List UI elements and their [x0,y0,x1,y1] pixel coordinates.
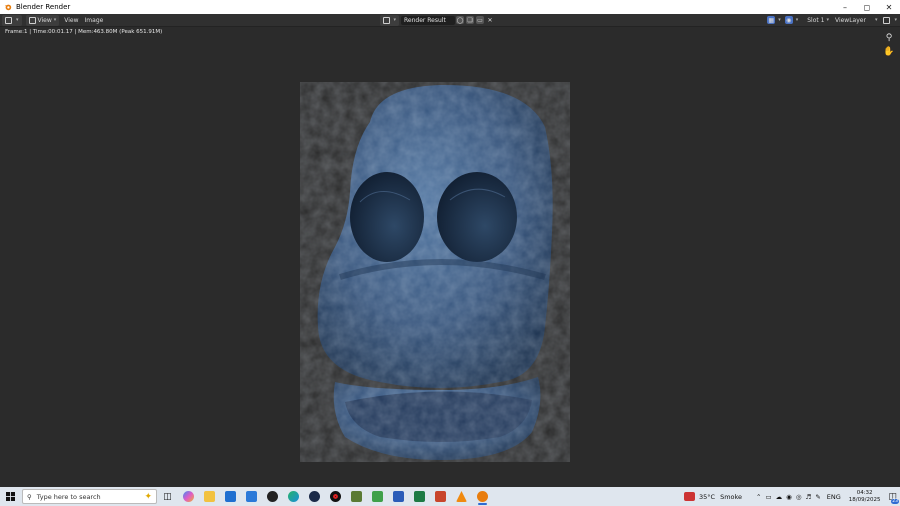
chevron-down-icon: ▾ [53,17,57,23]
weather-temp: 35°C [699,492,716,501]
excel-app[interactable] [409,487,430,506]
weather-widget[interactable]: 35°C Smoke [681,487,745,506]
view-mode-icon [28,16,36,24]
weather-icon [684,492,695,501]
edge-app[interactable] [283,487,304,506]
view-mode-label: View [37,16,52,24]
overlay-icon[interactable]: ◉ [784,16,793,24]
volume-icon[interactable]: ♬ [805,493,811,501]
maximize-button[interactable]: ◻ [856,0,878,14]
search-placeholder: Type here to search [36,492,101,501]
display-mode-icon [883,16,891,24]
close-button[interactable]: ✕ [878,0,900,14]
chevron-down-icon: ▾ [894,17,897,23]
slot-dropdown[interactable]: Slot 1 ▾ [804,15,832,26]
blender-logo-icon [4,4,12,11]
word-app[interactable] [388,487,409,506]
image-browse-icon [382,16,390,24]
battery-icon[interactable]: ▭ [765,493,771,501]
zoom-icon[interactable]: ⚲ [884,33,894,43]
open-folder-icon[interactable]: ▭ [476,16,485,24]
chevron-down-icon: ▾ [778,17,781,23]
notepad-app[interactable] [367,487,388,506]
notification-count: 23 [891,499,899,504]
image-editor-header: ▾ View ▾ View Image ▾ Render Result ◯ ❏ … [0,14,900,27]
chevron-down-icon: ▾ [16,17,19,23]
menu-image[interactable]: Image [82,15,107,26]
menu-view[interactable]: View [61,15,81,26]
new-image-icon[interactable]: ❏ [466,16,475,24]
window-title: Blender Render [16,3,71,11]
start-button[interactable] [0,487,20,506]
chevron-down-icon: ▾ [826,17,829,23]
hand-icon[interactable]: ✋ [883,47,894,57]
clock-time: 04:32 [856,489,873,496]
unlink-close-icon[interactable]: ✕ [486,16,494,24]
rendered-object-image [300,82,570,462]
clock-date: 18/09/2025 [848,496,881,503]
network-icon[interactable]: ◉ [786,493,792,501]
clock[interactable]: 04:32 18/09/2025 [844,490,886,504]
minimize-button[interactable]: – [834,0,856,14]
view-layer-dropdown[interactable]: ViewLayer ▾ [832,15,881,26]
pen-icon[interactable]: ✎ [815,493,820,501]
record-app[interactable] [325,487,346,506]
view-layer-label: ViewLayer [834,16,866,24]
language-indicator[interactable]: ENG [824,487,844,506]
chevron-down-icon: ▾ [874,17,878,23]
blender-app[interactable] [472,487,493,506]
editor-type-button[interactable]: ▾ [2,14,22,26]
dark-app[interactable] [262,487,283,506]
steam-app[interactable] [304,487,325,506]
minecraft-app[interactable] [346,487,367,506]
file-explorer-app[interactable] [199,487,220,506]
copilot-app[interactable] [178,487,199,506]
sparkle-icon: ✦ [144,491,152,502]
view-mode-dropdown[interactable]: View ▾ [25,14,60,26]
fake-user-icon[interactable]: ◯ [456,16,465,24]
windows-logo-icon [5,492,15,501]
windows-taskbar: ⚲ Type here to search ✦ ◫ 35°C Smoke ⌃ ▭… [0,487,900,506]
image-browse-button[interactable]: ▾ [379,14,400,26]
cloud-icon[interactable]: ☁ [776,493,783,501]
store-app[interactable] [241,487,262,506]
image-name-field[interactable]: Render Result [401,15,456,25]
powerpoint-app[interactable] [430,487,451,506]
weather-desc: Smoke [720,492,743,501]
chevron-down-icon: ▾ [393,17,397,23]
display-channels-icon[interactable]: ▦ [767,16,776,24]
vlc-app[interactable] [451,487,472,506]
chevron-down-icon: ▾ [795,17,799,23]
globe-icon[interactable]: ◎ [796,493,802,501]
mail-app[interactable] [220,487,241,506]
editor-display-button[interactable]: ▾ [880,15,900,26]
task-view-button[interactable]: ◫ [157,487,178,506]
chevron-up-icon[interactable]: ⌃ [756,493,761,501]
window-titlebar: Blender Render – ◻ ✕ [0,0,900,14]
search-icon: ⚲ [27,492,32,501]
taskbar-search-box[interactable]: ⚲ Type here to search ✦ [22,489,157,504]
slot-label: Slot 1 [807,16,825,24]
notifications-button[interactable]: ◫ 23 [885,487,900,506]
render-viewport[interactable]: Frame:1 | Time:00:01.17 | Mem:463.80M (P… [0,27,900,487]
image-editor-icon [5,16,12,24]
render-status-text: Frame:1 | Time:00:01.17 | Mem:463.80M (P… [5,29,163,35]
